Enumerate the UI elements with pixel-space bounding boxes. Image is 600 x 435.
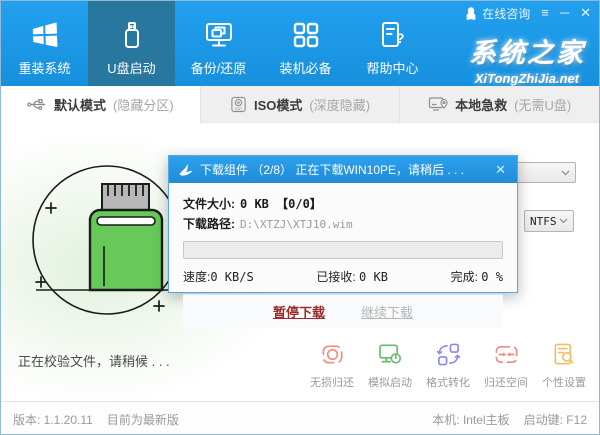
download-path-value: D:\XTZJ\XTJ10.wim (240, 218, 353, 231)
file-size-label: 文件大小: (183, 195, 235, 212)
download-path-label: 下载路径: (183, 215, 235, 232)
utility-label: 模拟启动 (368, 374, 412, 390)
tab-label: 默认模式 (54, 95, 106, 114)
dialog-close-icon[interactable]: ✕ (493, 162, 508, 178)
checking-status-text: 正在校验文件，请稍候 . . . (18, 351, 170, 370)
utility-personal-settings[interactable]: 个性设置 (535, 341, 593, 390)
nav-label: 帮助中心 (366, 58, 418, 77)
dialog-titlebar[interactable]: 下载组件 （2/8） 正在下载WIN10PE，请稍后 . . . ✕ (169, 156, 517, 183)
format-value: NTFS (530, 215, 557, 228)
main-nav: 重装系统 U盘启动 (1, 1, 436, 86)
file-size-value: 0 KB 【0/0】 (240, 195, 322, 212)
utility-lossless-restore[interactable]: 无损归还 (303, 341, 361, 390)
utility-label: 格式转化 (426, 374, 470, 390)
svg-text:ISO: ISO (235, 106, 243, 111)
personal-settings-icon (552, 341, 577, 368)
chevron-down-icon (559, 218, 568, 224)
nav-item-reinstall-system[interactable]: 重装系统 (1, 1, 88, 86)
done-value: 0 % (481, 270, 503, 284)
tab-sublabel: (深度隐藏) (309, 95, 370, 114)
usb-flash-drive-illustration (26, 158, 188, 325)
simulate-boot-icon (378, 341, 403, 368)
brand-site: XiTongZhiJia.net (469, 71, 585, 86)
received-label: 已接收: (316, 270, 355, 284)
utility-format-convert[interactable]: 格式转化 (419, 341, 477, 390)
help-doc-icon: ? (376, 15, 410, 55)
tab-label: ISO模式 (254, 95, 302, 114)
menu-icon[interactable]: ≡ (541, 4, 549, 22)
download-progress-bar (183, 241, 503, 259)
nav-item-essential-apps[interactable]: 装机必备 (262, 1, 349, 86)
tab-sublabel: (无需U盘) (514, 95, 571, 114)
machine-text: 本机: Intel主板 (432, 411, 509, 428)
brand-name: 系统之家 (469, 31, 585, 70)
utility-reclaim-space[interactable]: 归还空间 (477, 341, 535, 390)
nav-label: 备份/还原 (191, 58, 247, 77)
swallow-bird-icon (178, 163, 194, 177)
dialog-footer: 暂停下载 继续下载 (183, 294, 503, 328)
nav-label: 装机必备 (279, 58, 331, 77)
tab-label: 本地急救 (455, 95, 507, 114)
iso-disc-icon: ISO (230, 96, 247, 113)
qq-penguin-icon (464, 6, 478, 20)
download-dialog: 下载组件 （2/8） 正在下载WIN10PE，请稍后 . . . ✕ 文件大小:… (168, 155, 518, 293)
minimize-icon[interactable]: ─ (560, 4, 569, 22)
backup-restore-icon (202, 15, 236, 55)
speed-label: 速度: (183, 270, 210, 284)
nav-label: 重装系统 (18, 58, 70, 77)
local-rescue-icon (428, 96, 448, 112)
tab-local-rescue[interactable]: 本地急救 (无需U盘) (399, 86, 599, 123)
brand-logo: 系统之家 XiTongZhiJia.net (469, 31, 585, 86)
online-service-button[interactable]: 在线咨询 (464, 5, 530, 22)
download-stats: 速度:0 KB/S 已接收: 0 KB 完成: 0 % (183, 268, 503, 285)
usb-drive-icon (115, 15, 149, 55)
utility-label: 归还空间 (484, 374, 528, 390)
utility-simulate-boot[interactable]: 模拟启动 (361, 341, 419, 390)
online-service-label: 在线咨询 (482, 5, 530, 22)
pause-download-button[interactable]: 暂停下载 (273, 302, 325, 321)
done-label: 完成: (451, 270, 478, 284)
usb-symbol-icon (27, 97, 47, 112)
tab-iso-mode[interactable]: ISO ISO模式 (深度隐藏) (200, 86, 400, 123)
resume-download-button[interactable]: 继续下载 (361, 302, 413, 321)
nav-item-usb-boot[interactable]: U盘启动 (88, 1, 175, 86)
nav-item-help-center[interactable]: ? 帮助中心 (349, 1, 436, 86)
bootkey-text: 启动键: F12 (524, 411, 587, 428)
nav-label: U盘启动 (107, 58, 155, 77)
apps-grid-icon (289, 15, 323, 55)
format-dropdown[interactable]: NTFS (524, 210, 574, 232)
dialog-title: 下载组件 （2/8） 正在下载WIN10PE，请稍后 . . . (200, 161, 487, 178)
version-text: 版本: 1.1.20.11 (13, 411, 93, 428)
mode-tabs: 默认模式 (隐藏分区) ISO ISO模式 (深度隐藏) 本地急救 (无需U盘) (1, 86, 599, 123)
tab-default-mode[interactable]: 默认模式 (隐藏分区) (1, 86, 200, 123)
tab-sublabel: (隐藏分区) (113, 95, 174, 114)
utility-label: 无损归还 (310, 374, 354, 390)
utility-label: 个性设置 (542, 374, 586, 390)
latest-version-text: 目前为最新版 (107, 411, 179, 428)
utility-toolbar: 无损归还 模拟启动 (303, 341, 593, 390)
svg-text:?: ? (396, 30, 405, 46)
app-window: 重装系统 U盘启动 (0, 0, 600, 435)
window-controls: 在线咨询 ≡ ─ ✕ (464, 4, 591, 22)
dialog-body: 文件大小: 0 KB 【0/0】 下载路径: D:\XTZJ\XTJ10.wim… (169, 183, 517, 328)
nav-item-backup-restore[interactable]: 备份/还原 (175, 1, 262, 86)
speed-value: 0 KB/S (210, 270, 253, 284)
reclaim-space-icon (494, 341, 519, 368)
format-convert-icon (436, 341, 461, 368)
lossless-restore-icon (320, 341, 345, 368)
received-value: 0 KB (359, 270, 388, 284)
header: 重装系统 U盘启动 (1, 1, 599, 86)
close-icon[interactable]: ✕ (580, 4, 591, 22)
status-bar: 版本: 1.1.20.11 目前为最新版 本机: Intel主板 启动键: F1… (1, 401, 599, 435)
chevron-down-icon (561, 170, 570, 176)
windows-logo-icon (28, 15, 62, 55)
